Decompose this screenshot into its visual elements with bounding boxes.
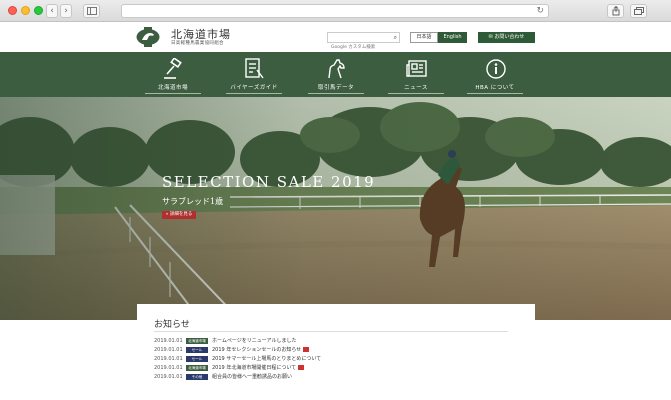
- sidebar-icon: [86, 7, 97, 15]
- sidebar-toggle-button[interactable]: [83, 4, 100, 18]
- hba-logo-icon[interactable]: [136, 27, 160, 47]
- browser-window: ‹ › ↻ 北海道市場 日高軽種馬農業協同組合 ⌕ 日本語 English: [0, 0, 671, 400]
- news-category-tag: セール: [186, 356, 208, 362]
- nav-underline: [226, 93, 282, 94]
- horse-icon: [328, 59, 345, 79]
- news-date: 2019.01.01: [154, 347, 183, 353]
- news-date: 2019.01.01: [154, 374, 183, 380]
- search-input[interactable]: [328, 43, 388, 52]
- hero-banner[interactable]: SELECTION SALE 2019 サラブレッド1歳 » 詳細を見る: [0, 97, 671, 320]
- news-category-tag: 北海道市場: [186, 338, 208, 344]
- nav-item-market[interactable]: 北海道市場: [141, 52, 205, 97]
- news-category-tag: セール: [186, 347, 208, 353]
- info-icon: [486, 59, 506, 79]
- news-link[interactable]: 2019 年セレクションセールのお知らせ: [212, 346, 310, 354]
- nav-item-horse-data[interactable]: 取引馬データ: [304, 52, 368, 97]
- back-button[interactable]: ‹: [46, 4, 58, 18]
- language-japanese-button[interactable]: 日本語: [410, 32, 438, 43]
- browser-toolbar: ‹ › ↻: [0, 0, 671, 22]
- main-navigation: 北海道市場 バイヤーズガイド 取引馬データ ニュース HBA について: [0, 52, 671, 97]
- news-date: 2019.01.01: [154, 356, 183, 362]
- hero-details-button[interactable]: » 詳細を見る: [162, 211, 196, 219]
- zoom-window-button[interactable]: [34, 6, 43, 15]
- nav-label: ニュース: [404, 85, 428, 91]
- news-link[interactable]: 2019 サマーセール上場馬のとりまとめについて: [212, 355, 321, 363]
- news-text: 組合員の皆様へ一重勧誘品のお願い: [212, 374, 293, 380]
- hero-title: SELECTION SALE 2019: [162, 173, 376, 191]
- close-window-button[interactable]: [8, 6, 17, 15]
- nav-underline: [308, 93, 364, 94]
- news-date: 2019.01.01: [154, 338, 183, 344]
- nav-label: 北海道市場: [157, 85, 188, 91]
- site-header: 北海道市場 日高軽種馬農業協同組合 ⌕ 日本語 English ✉ お問い合わせ: [0, 22, 671, 52]
- search-icon[interactable]: ⌕: [394, 33, 397, 42]
- racetrack-photo: [0, 97, 671, 320]
- news-heading: お知らせ: [154, 320, 190, 330]
- new-badge-icon: [303, 347, 310, 352]
- address-bar[interactable]: ↻: [121, 4, 549, 18]
- news-text: 2019 サマーセール上場馬のとりまとめについて: [212, 356, 322, 362]
- news-text: ホームページをリニューアルしました: [212, 338, 297, 344]
- forward-button[interactable]: ›: [60, 4, 72, 18]
- news-category-tag: 北海道市場: [186, 365, 208, 371]
- news-link[interactable]: 2019 年北海道市場開催日程について: [212, 364, 305, 372]
- search-box: ⌕: [327, 32, 400, 52]
- nav-underline: [467, 93, 523, 94]
- site-subtitle: 日高軽種馬農業協同組合: [171, 41, 224, 46]
- share-icon: [612, 5, 619, 16]
- tabs-button[interactable]: [630, 4, 647, 18]
- news-text: 2019 年北海道市場開催日程について: [212, 365, 297, 371]
- language-english-button[interactable]: English: [438, 32, 467, 43]
- minimize-window-button[interactable]: [21, 6, 30, 15]
- nav-underline: [388, 93, 444, 94]
- nav-item-news[interactable]: ニュース: [384, 52, 448, 97]
- news-divider: [154, 331, 508, 332]
- tabs-icon: [633, 7, 644, 15]
- news-date: 2019.01.01: [154, 365, 183, 371]
- gavel-icon: [164, 58, 182, 79]
- guide-icon: [245, 58, 264, 79]
- nav-label: 取引馬データ: [317, 85, 354, 91]
- nav-label: バイヤーズガイド: [230, 85, 278, 91]
- nav-underline: [145, 93, 201, 94]
- news-panel: お知らせ 2019.01.01 北海道市場 ホームページをリニューアルしました 201…: [137, 304, 535, 400]
- nav-item-buyers-guide[interactable]: バイヤーズガイド: [222, 52, 286, 97]
- news-link[interactable]: ホームページをリニューアルしました: [212, 337, 297, 345]
- hero-subtitle: サラブレッド1歳: [162, 197, 224, 206]
- new-badge-icon: [298, 365, 305, 370]
- news-link[interactable]: 組合員の皆様へ一重勧誘品のお願い: [212, 373, 292, 381]
- news-text: 2019 年セレクションセールのお知らせ: [212, 347, 302, 353]
- back-arrow-icon: ‹: [50, 6, 54, 16]
- share-button[interactable]: [607, 4, 624, 18]
- nav-item-about-hba[interactable]: HBA について: [463, 52, 527, 97]
- news-category-tag: その他: [186, 374, 208, 380]
- reload-icon[interactable]: ↻: [536, 5, 544, 18]
- news-icon: [406, 60, 427, 77]
- nav-label: HBA について: [475, 85, 515, 91]
- forward-arrow-icon: ›: [64, 6, 68, 16]
- contact-button[interactable]: ✉ お問い合わせ: [478, 32, 535, 43]
